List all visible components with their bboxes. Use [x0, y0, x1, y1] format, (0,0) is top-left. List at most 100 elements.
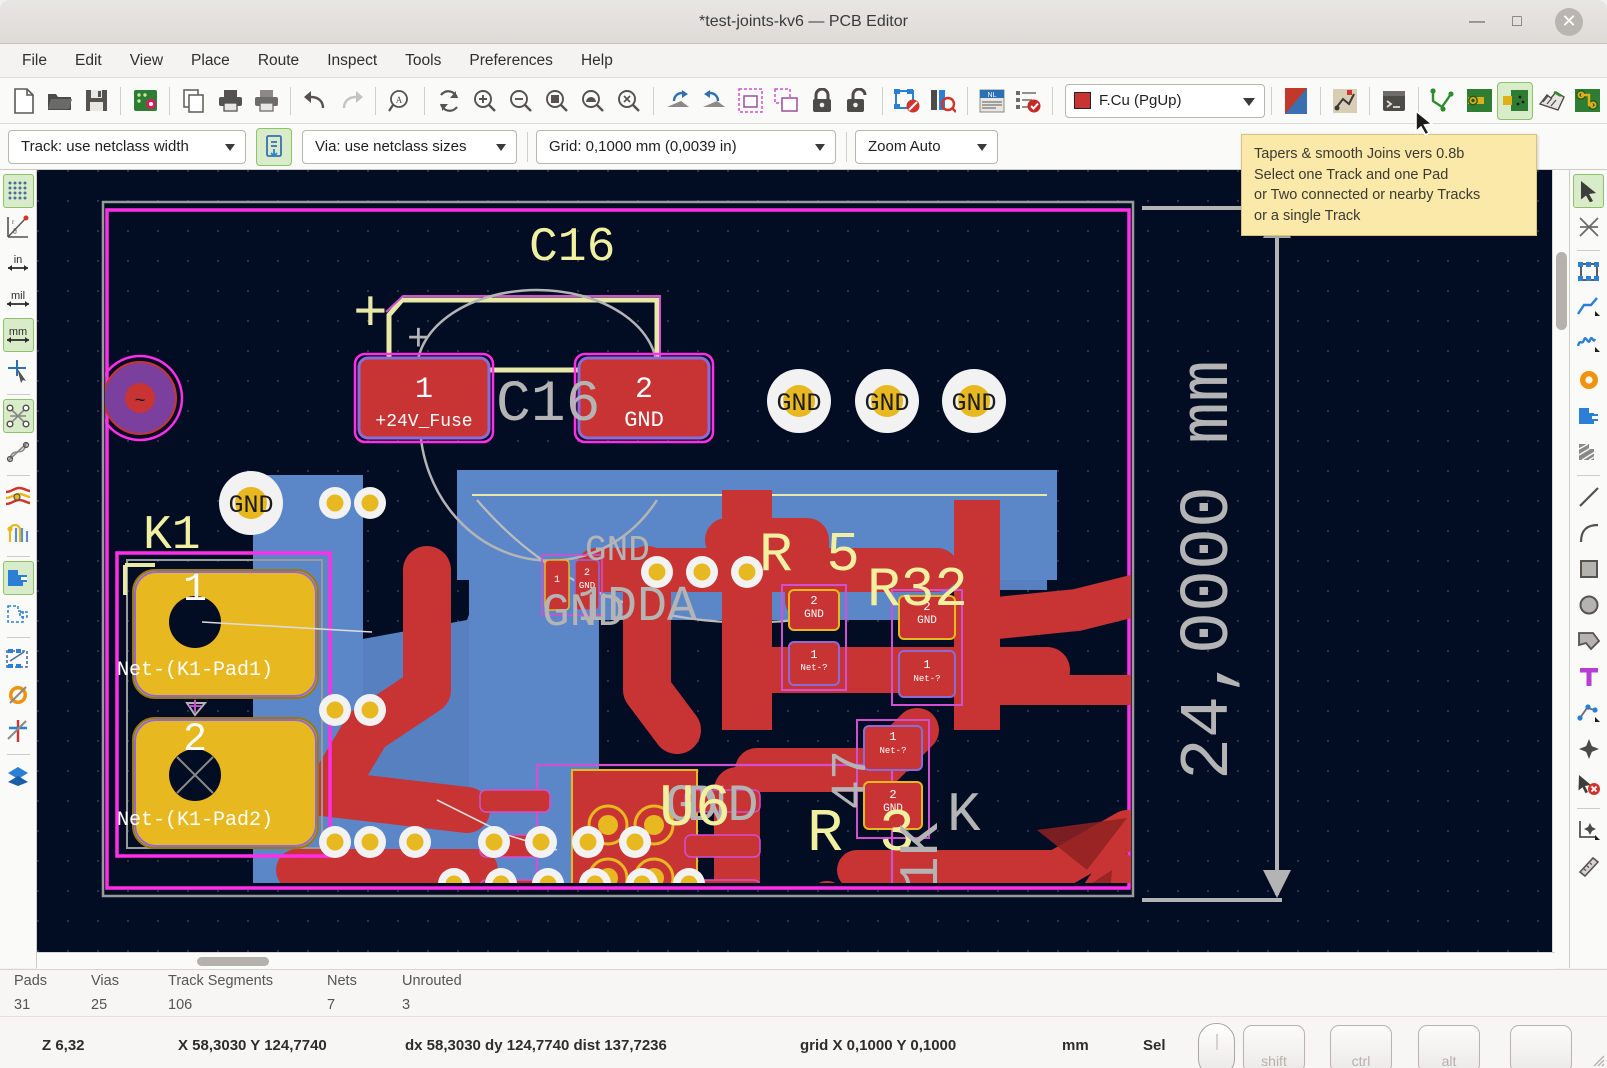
sidebar-item-pads-filled[interactable] — [2, 561, 34, 595]
tool-delete-cursor-icon[interactable] — [1573, 768, 1604, 802]
vertical-scroll-thumb[interactable] — [1556, 252, 1567, 330]
auto-track-width-icon[interactable] — [256, 127, 292, 166]
lock-icon[interactable] — [804, 82, 840, 120]
page-settings-icon[interactable] — [176, 82, 212, 120]
redo-icon[interactable] — [333, 82, 369, 120]
menu-help[interactable]: Help — [567, 48, 627, 74]
pcb-canvas-area[interactable]: + + 1 +24V_Fuse 2 GND ~ 1 Net-(K1-Pad1) … — [37, 170, 1555, 968]
unlock-icon[interactable] — [840, 82, 876, 120]
tool-draw-polygon-icon[interactable] — [1573, 624, 1604, 658]
pcb-drawing[interactable]: + + 1 +24V_Fuse 2 GND ~ 1 Net-(K1-Pad1) … — [37, 170, 1555, 968]
tool-draw-line-icon[interactable] — [1573, 480, 1604, 514]
window-close-button[interactable]: ✕ — [1555, 8, 1583, 36]
tool-add-text-icon[interactable] — [1573, 660, 1604, 694]
print-icon[interactable] — [212, 82, 248, 120]
sidebar-item-full-crosshair[interactable] — [3, 354, 34, 388]
tool-place-footprint-icon[interactable] — [1573, 255, 1604, 289]
menu-edit[interactable]: Edit — [61, 48, 116, 74]
horizontal-scroll-thumb[interactable] — [197, 957, 269, 966]
find-icon[interactable]: A — [382, 82, 418, 120]
scripting-console-icon[interactable] — [1376, 82, 1412, 120]
sidebar-item-show-ratsnest[interactable] — [2, 399, 34, 433]
tool-differential-pair-icon[interactable] — [1573, 327, 1604, 361]
tool-draw-circle-icon[interactable] — [1573, 588, 1604, 622]
canvas-horizontal-scrollbar[interactable] — [37, 952, 1555, 969]
tool-set-origin-icon[interactable] — [1573, 813, 1604, 847]
netlist-icon[interactable]: NL — [974, 82, 1010, 120]
tool-add-zone-icon[interactable] — [1573, 399, 1604, 433]
svg-text:GND: GND — [776, 389, 821, 418]
status-units: mm — [1062, 1037, 1089, 1054]
sidebar-item-footprint-text[interactable] — [3, 642, 34, 676]
tool-add-dimension-icon[interactable] — [1573, 696, 1604, 730]
svg-text:A: A — [396, 95, 403, 105]
tool-add-target-icon[interactable] — [1573, 732, 1604, 766]
sidebar-item-curved-ratsnest[interactable] — [3, 435, 34, 469]
net-inspector-icon[interactable] — [1327, 82, 1363, 120]
tool-draw-rectangle-icon[interactable] — [1573, 552, 1604, 586]
tool-draw-arc-icon[interactable] — [1573, 516, 1604, 550]
run-erc-icon[interactable] — [1010, 82, 1046, 120]
canvas-vertical-scrollbar[interactable] — [1552, 170, 1569, 968]
zoom-select[interactable]: Zoom Auto — [855, 129, 998, 164]
plot-icon[interactable] — [248, 82, 284, 120]
menu-view[interactable]: View — [116, 48, 177, 74]
grid-select[interactable]: Grid: 0,1000 mm (0,0039 in) — [536, 129, 836, 164]
board-setup-icon[interactable] — [127, 82, 163, 120]
window-minimize-button[interactable]: — — [1465, 10, 1489, 34]
zoom-in-icon[interactable] — [467, 82, 503, 120]
chevron-down-icon — [815, 143, 825, 151]
sidebar-item-polar-coordinates[interactable]: rθ — [3, 210, 34, 244]
via-view-icon[interactable] — [1569, 82, 1605, 120]
svg-text:1DDA: 1DDA — [577, 579, 697, 636]
sidebar-item-zones-outline[interactable] — [3, 597, 34, 631]
sidebar-item-hide-zones[interactable] — [3, 678, 34, 712]
mirror-icon[interactable] — [768, 82, 804, 120]
resize-grip-icon[interactable] — [1589, 1051, 1605, 1067]
sidebar-item-toggle-grid[interactable] — [2, 174, 34, 208]
taper-joins-icon[interactable] — [1497, 81, 1533, 120]
new-board-icon[interactable] — [6, 82, 42, 120]
sidebar-item-high-contrast[interactable] — [3, 714, 34, 748]
sidebar-item-layers-manager[interactable] — [3, 759, 34, 793]
tool-route-track-icon[interactable] — [1573, 291, 1604, 325]
undo-icon[interactable] — [297, 82, 333, 120]
tool-measure-ruler-icon[interactable] — [1573, 849, 1604, 883]
tool-add-via-icon[interactable] — [1573, 363, 1604, 397]
drc-icon[interactable] — [889, 82, 925, 120]
toolbar-separator — [1369, 86, 1370, 115]
zoom-fit-icon[interactable] — [539, 82, 575, 120]
solder-mask-icon[interactable] — [1278, 82, 1314, 120]
menu-place[interactable]: Place — [177, 48, 244, 74]
tool-rule-area-icon[interactable] — [1573, 435, 1604, 469]
zoom-out-icon[interactable] — [503, 82, 539, 120]
open-board-icon[interactable] — [42, 82, 78, 120]
menu-file[interactable]: File — [8, 48, 61, 74]
save-board-icon[interactable] — [78, 82, 114, 120]
tool-select-cursor-arrow-icon[interactable] — [1573, 174, 1604, 208]
via-size-select[interactable]: Via: use netclass sizes — [302, 129, 517, 164]
sidebar-item-units-mils[interactable]: mil — [3, 282, 34, 316]
track-width-select[interactable]: Track: use netclass width — [8, 129, 246, 164]
zoom-selection-icon[interactable] — [611, 82, 647, 120]
flip-board-icon[interactable] — [732, 82, 768, 120]
rotate-ccw-icon[interactable] — [660, 82, 696, 120]
pad-view-icon[interactable] — [1461, 82, 1497, 120]
sidebar-item-vias-sketch[interactable] — [3, 516, 34, 550]
sidebar-item-units-millimeters[interactable]: mm — [2, 318, 34, 352]
active-layer-select[interactable]: F.Cu (PgUp) — [1065, 83, 1265, 118]
zoom-objects-icon[interactable] — [575, 82, 611, 120]
menu-tools[interactable]: Tools — [391, 48, 455, 74]
menu-route[interactable]: Route — [244, 48, 313, 74]
svg-text:+24V_Fuse: +24V_Fuse — [375, 412, 472, 432]
footprint-checker-icon[interactable] — [925, 82, 961, 120]
sidebar-item-units-inches[interactable]: in — [3, 246, 34, 280]
menu-inspect[interactable]: Inspect — [313, 48, 391, 74]
sidebar-item-tracks-sketch[interactable] — [3, 480, 34, 514]
clean-tracks-icon[interactable] — [1533, 82, 1569, 120]
window-maximize-button[interactable]: □ — [1505, 10, 1529, 34]
refresh-icon[interactable] — [431, 82, 467, 120]
menu-preferences[interactable]: Preferences — [455, 48, 567, 74]
rotate-cw-icon[interactable] — [696, 82, 732, 120]
tool-local-ratsnest-icon[interactable] — [1573, 210, 1604, 244]
